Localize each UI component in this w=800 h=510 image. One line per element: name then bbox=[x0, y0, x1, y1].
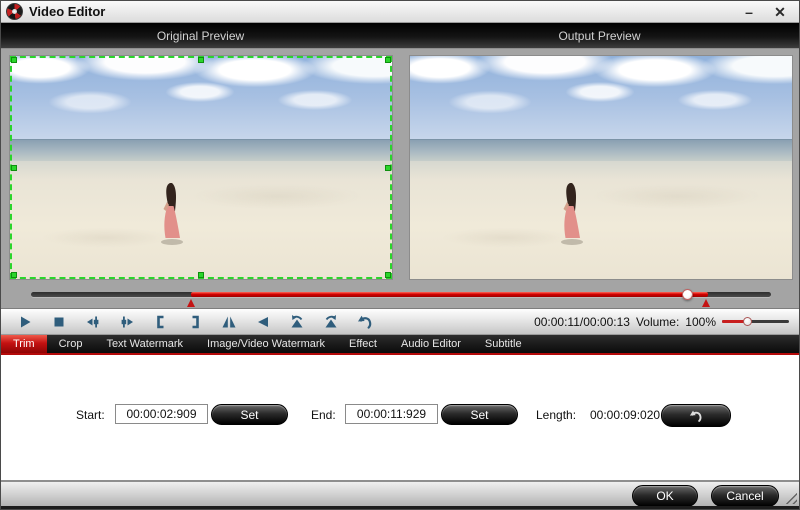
timeline-track[interactable] bbox=[31, 292, 771, 297]
beach-sea bbox=[410, 139, 792, 161]
video-editor-window: Video Editor – ✕ Original Preview Output… bbox=[0, 0, 800, 510]
trim-panel: Start: Set End: Set Length: 00:00:09:020 bbox=[1, 355, 799, 480]
person-figure bbox=[157, 182, 187, 246]
preview-stage bbox=[1, 49, 799, 308]
tab-text-watermark[interactable]: Text Watermark bbox=[94, 335, 195, 353]
mark-end-bracket-icon[interactable] bbox=[184, 311, 206, 333]
preview-header: Original Preview Output Preview bbox=[1, 23, 799, 49]
set-start-button[interactable]: Set bbox=[211, 404, 288, 425]
original-preview-video[interactable] bbox=[9, 55, 393, 280]
reset-trim-button[interactable] bbox=[661, 404, 731, 427]
step-to-end-icon[interactable] bbox=[116, 311, 138, 333]
stop-icon[interactable] bbox=[48, 311, 70, 333]
beach-sand bbox=[410, 161, 792, 279]
beach-sky bbox=[410, 56, 792, 139]
step-to-start-icon[interactable] bbox=[82, 311, 104, 333]
footer-bar: OK Cancel bbox=[1, 482, 799, 506]
tab-audio-editor[interactable]: Audio Editor bbox=[389, 335, 473, 353]
cancel-button[interactable]: Cancel bbox=[711, 485, 779, 507]
flip-vertical-icon[interactable] bbox=[252, 311, 274, 333]
undo-icon bbox=[689, 409, 703, 423]
volume-value: 100% bbox=[685, 315, 716, 329]
window-bottom-edge bbox=[1, 506, 799, 510]
person-figure bbox=[557, 182, 587, 246]
window-title: Video Editor bbox=[29, 4, 105, 19]
end-time-input[interactable] bbox=[345, 404, 438, 424]
tab-image-video-watermark[interactable]: Image/Video Watermark bbox=[195, 335, 337, 353]
resize-grip[interactable] bbox=[785, 492, 797, 504]
volume-handle[interactable] bbox=[743, 317, 752, 326]
player-toolbar: 00:00:11/00:00:13 Volume: 100% bbox=[1, 308, 799, 335]
beach-sea bbox=[10, 139, 392, 161]
undo-icon[interactable] bbox=[354, 311, 376, 333]
minimize-button[interactable]: – bbox=[740, 3, 758, 21]
beach-sky bbox=[10, 56, 392, 139]
ok-button[interactable]: OK bbox=[632, 485, 698, 507]
output-preview-label: Output Preview bbox=[400, 23, 799, 48]
editor-tabbar: Trim Crop Text Watermark Image/Video Wat… bbox=[1, 335, 799, 353]
app-logo-icon bbox=[6, 3, 23, 20]
time-display: 00:00:11/00:00:13 bbox=[534, 315, 630, 329]
trim-range-bar[interactable] bbox=[191, 292, 708, 297]
length-value: 00:00:09:020 bbox=[590, 408, 660, 422]
beach-sand bbox=[10, 161, 392, 279]
length-label: Length: bbox=[536, 408, 576, 422]
trim-start-marker[interactable] bbox=[187, 299, 195, 307]
playhead-handle[interactable] bbox=[682, 289, 693, 300]
tab-effect[interactable]: Effect bbox=[337, 335, 389, 353]
original-preview-label: Original Preview bbox=[1, 23, 400, 48]
tab-subtitle[interactable]: Subtitle bbox=[473, 335, 534, 353]
start-time-input[interactable] bbox=[115, 404, 208, 424]
close-button[interactable]: ✕ bbox=[771, 3, 789, 21]
rotate-left-icon[interactable] bbox=[286, 311, 308, 333]
tab-crop[interactable]: Crop bbox=[47, 335, 95, 353]
title-bar: Video Editor – ✕ bbox=[1, 1, 799, 23]
tab-trim[interactable]: Trim bbox=[1, 335, 47, 353]
volume-label: Volume: bbox=[636, 315, 679, 329]
trim-end-marker[interactable] bbox=[702, 299, 710, 307]
volume-slider[interactable] bbox=[722, 317, 789, 326]
end-label: End: bbox=[311, 408, 336, 422]
play-icon[interactable] bbox=[14, 311, 36, 333]
rotate-right-icon[interactable] bbox=[320, 311, 342, 333]
start-label: Start: bbox=[76, 408, 105, 422]
mark-start-bracket-icon[interactable] bbox=[150, 311, 172, 333]
set-end-button[interactable]: Set bbox=[441, 404, 518, 425]
flip-horizontal-icon[interactable] bbox=[218, 311, 240, 333]
output-preview-video bbox=[409, 55, 793, 280]
